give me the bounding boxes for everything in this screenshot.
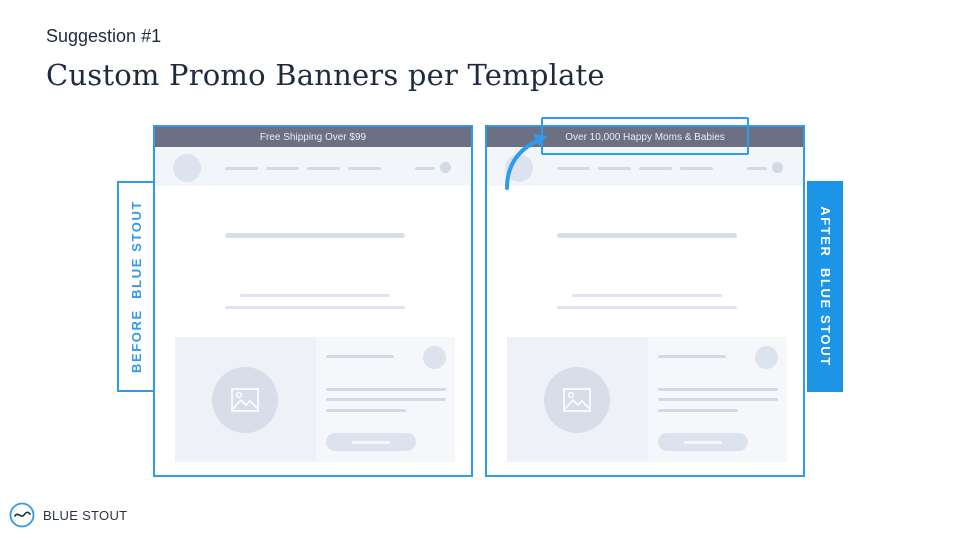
product-info-panel — [648, 337, 787, 462]
after-label-tab: AFTER BLUE STOUT — [807, 181, 843, 392]
slide-title: Custom Promo Banners per Template — [46, 58, 605, 92]
button-placeholder — [326, 433, 416, 451]
text-line-placeholder — [658, 388, 778, 391]
text-line-placeholder — [658, 398, 778, 401]
product-image-panel — [175, 337, 316, 462]
text-line-placeholder — [326, 388, 446, 391]
text-line-placeholder — [225, 306, 405, 309]
image-icon — [563, 388, 591, 412]
button-placeholder — [658, 433, 748, 451]
text-line-placeholder — [572, 294, 722, 297]
site-header — [155, 147, 471, 186]
before-label-tab: BEFORE BLUE STOUT — [117, 181, 153, 392]
product-title-placeholder — [658, 355, 726, 358]
brand-logo: BLUE STOUT — [9, 502, 127, 528]
image-icon-circle — [544, 367, 610, 433]
text-line-placeholder — [326, 398, 446, 401]
cart-icon — [440, 162, 451, 173]
image-icon — [231, 388, 259, 412]
product-info-panel — [316, 337, 455, 462]
product-image-panel — [507, 337, 648, 462]
nav-item — [415, 167, 435, 170]
text-line-placeholder — [326, 409, 406, 412]
nav-item — [639, 167, 672, 170]
nav-item — [307, 167, 340, 170]
wave-circle-icon — [9, 502, 35, 528]
hero-heading-placeholder — [557, 233, 737, 238]
logo-placeholder — [173, 154, 201, 182]
avatar-placeholder — [423, 346, 446, 369]
nav-item — [225, 167, 258, 170]
curved-arrow-icon — [505, 134, 547, 190]
cart-icon — [772, 162, 783, 173]
before-label: BEFORE BLUE STOUT — [128, 199, 144, 374]
brand-name: BLUE STOUT — [43, 507, 128, 523]
slide-eyebrow: Suggestion #1 — [46, 26, 162, 46]
image-icon-circle — [212, 367, 278, 433]
promo-banner: Free Shipping Over $99 — [155, 127, 471, 147]
text-line-placeholder — [240, 294, 390, 297]
nav-item — [557, 167, 590, 170]
promo-banner-text: Free Shipping Over $99 — [259, 131, 367, 143]
before-page-mockup: Free Shipping Over $99 — [153, 125, 473, 477]
nav-item — [598, 167, 631, 170]
nav-item — [266, 167, 299, 170]
after-label: AFTER BLUE STOUT — [817, 206, 833, 367]
avatar-placeholder — [755, 346, 778, 369]
text-line-placeholder — [658, 409, 738, 412]
nav-item — [747, 167, 767, 170]
nav-item — [348, 167, 381, 170]
nav-item — [680, 167, 713, 170]
hero-heading-placeholder — [225, 233, 405, 238]
text-line-placeholder — [557, 306, 737, 309]
banner-highlight-box — [541, 117, 749, 155]
product-title-placeholder — [326, 355, 394, 358]
